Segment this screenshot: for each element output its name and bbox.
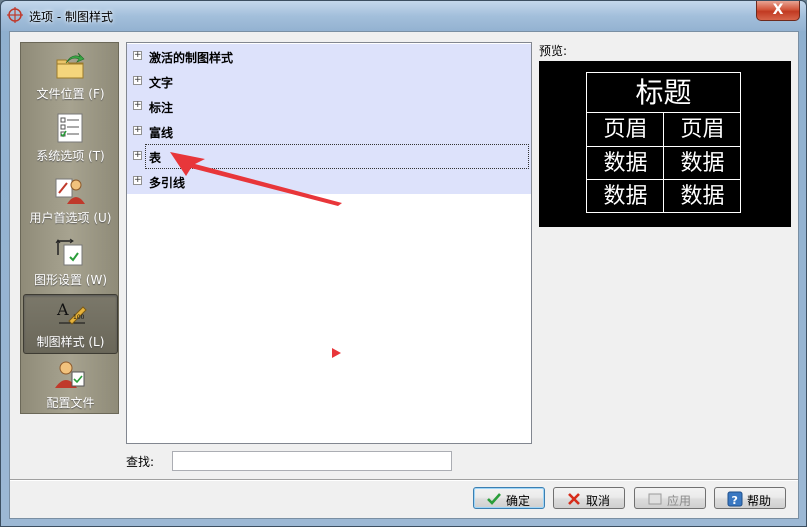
nav-item-file-locations[interactable]: 文件位置 (F) — [23, 47, 118, 107]
nav-item-label: 图形设置 (W) — [33, 273, 108, 287]
help-button[interactable]: ? 帮助 — [714, 487, 786, 509]
profile-icon — [55, 361, 85, 388]
tree-item-table[interactable]: + 表 — [127, 144, 531, 169]
apply-icon — [648, 493, 662, 505]
expand-icon[interactable]: + — [133, 51, 142, 60]
nav-item-profile[interactable]: 配置文件 — [23, 356, 118, 416]
nav-item-system-options[interactable]: 系统选项 (T) — [23, 109, 118, 169]
apply-label: 应用 — [667, 494, 692, 508]
nav-item-user-preferences[interactable]: 用户首选项 (U) — [23, 171, 118, 231]
focus-rect — [145, 144, 529, 169]
apply-button[interactable]: 应用 — [634, 487, 706, 509]
preview-title: 标题 — [587, 73, 740, 113]
folder-arrow-icon — [56, 52, 85, 79]
separator — [10, 479, 798, 481]
style-tree[interactable]: + 激活的制图样式 + 文字 + 标注 + 富线 + 表 + 多引线 — [126, 42, 532, 444]
close-button[interactable]: X — [756, 1, 800, 21]
cross-icon — [568, 493, 580, 505]
options-window: 选项 - 制图样式 X 文件位置 (F) 系统选项 (T) 用户首选项 (U) … — [0, 0, 807, 527]
tree-item-label: 标注 — [149, 101, 174, 115]
preview-header-cell: 页眉 — [603, 117, 648, 142]
search-label: 查找: — [126, 455, 155, 469]
preview-data-cell: 数据 — [680, 151, 725, 176]
preview-data-cell: 数据 — [603, 184, 648, 209]
tree-item-active-drafting-style[interactable]: + 激活的制图样式 — [127, 44, 531, 69]
tree-item-label: 多引线 — [149, 176, 186, 190]
nav-item-label: 用户首选项 (U) — [29, 211, 112, 225]
expand-icon[interactable]: + — [133, 126, 142, 135]
help-label: 帮助 — [747, 494, 772, 508]
tree-item-dimension[interactable]: + 标注 — [127, 94, 531, 119]
preview-data-cell: 数据 — [603, 151, 648, 176]
checkmark-icon — [487, 493, 501, 505]
preview-divider — [663, 113, 664, 212]
svg-text:?: ? — [732, 494, 738, 507]
cancel-label: 取消 — [586, 494, 611, 508]
drafting-style-icon: A 100 — [56, 300, 87, 325]
nav-item-label: 配置文件 — [46, 396, 95, 410]
nav-item-label: 系统选项 (T) — [36, 149, 105, 163]
dialog-client: 文件位置 (F) 系统选项 (T) 用户首选项 (U) 图形设置 (W) A 1… — [9, 31, 799, 519]
svg-text:100: 100 — [73, 314, 85, 321]
ok-button[interactable]: 确定 — [473, 487, 545, 509]
expand-icon[interactable]: + — [133, 176, 142, 185]
tree-item-multiline[interactable]: + 富线 — [127, 119, 531, 144]
tree-item-label: 激活的制图样式 — [149, 51, 234, 65]
preview-canvas: 标题 页眉 页眉 数据 数据 数据 数据 — [539, 61, 791, 227]
svg-text:A: A — [56, 300, 69, 319]
nav-item-drafting-style[interactable]: A 100 制图样式 (L) — [23, 294, 118, 354]
help-icon: ? — [727, 491, 743, 507]
window-title: 选项 - 制图样式 — [29, 10, 113, 24]
options-nav: 文件位置 (F) 系统选项 (T) 用户首选项 (U) 图形设置 (W) A 1… — [20, 42, 119, 414]
tree-item-text[interactable]: + 文字 — [127, 69, 531, 94]
tree-item-label: 表 — [149, 151, 162, 165]
app-icon — [7, 7, 23, 23]
nav-item-label: 文件位置 (F) — [36, 87, 105, 101]
cancel-button[interactable]: 取消 — [553, 487, 625, 509]
ok-label: 确定 — [506, 494, 531, 508]
tree-item-label: 文字 — [149, 76, 174, 90]
tree-item-multileader[interactable]: + 多引线 — [127, 169, 531, 194]
user-preferences-icon — [55, 178, 85, 204]
graphics-settings-icon — [55, 238, 83, 266]
checklist-icon — [57, 113, 83, 143]
preview-data-cell: 数据 — [680, 184, 725, 209]
expand-icon[interactable]: + — [133, 151, 142, 160]
expand-icon[interactable]: + — [133, 101, 142, 110]
nav-item-label: 制图样式 (L) — [36, 335, 105, 349]
expand-icon[interactable]: + — [133, 76, 142, 85]
tree-item-label: 富线 — [149, 126, 174, 140]
preview-header-cell: 页眉 — [680, 117, 725, 142]
title-bar[interactable]: 选项 - 制图样式 X — [1, 1, 806, 31]
preview-table: 标题 页眉 页眉 数据 数据 数据 数据 — [586, 72, 741, 213]
search-input[interactable] — [172, 451, 452, 471]
preview-label: 预览: — [539, 44, 568, 58]
nav-item-graphics-settings[interactable]: 图形设置 (W) — [23, 233, 118, 293]
